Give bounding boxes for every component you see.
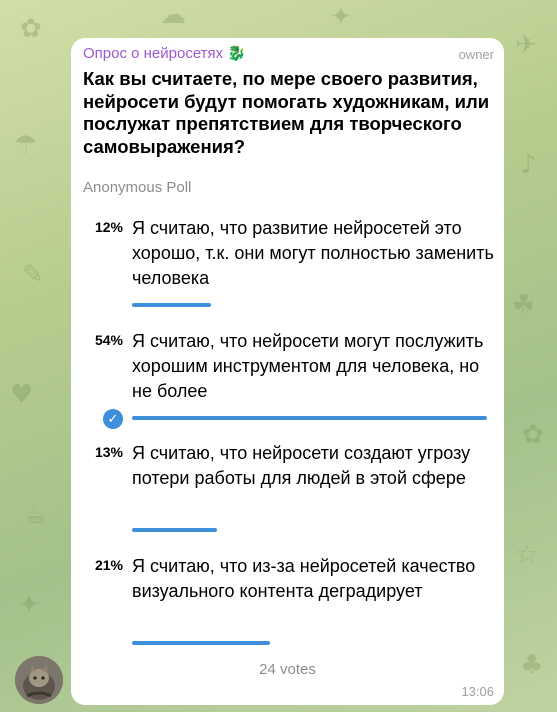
option-result-bar (132, 303, 211, 307)
sender-name[interactable]: Опрос о нейросетях (83, 45, 223, 62)
option-result-bar (132, 528, 217, 532)
option-text: Я считаю, что развитие нейросетей это хо… (132, 218, 494, 288)
option-text: Я считаю, что нейросети создают угрозу п… (132, 443, 471, 488)
sender-header[interactable]: Опрос о нейросетях 🐉 (83, 44, 246, 63)
chosen-checkmark-icon: ✓ (103, 409, 123, 429)
option-percent: 21% (94, 557, 123, 573)
poll-question: Как вы считаете, по мере своего развития… (83, 68, 490, 157)
option-result-bar (132, 641, 270, 645)
sender-role-label: owner (458, 47, 494, 62)
option-text: Я считаю, что из-за нейросетей качество … (132, 556, 476, 601)
option-percent: 13% (94, 444, 123, 460)
option-result-bar (132, 416, 487, 420)
dragon-emoji-icon: 🐉 (227, 45, 246, 62)
poll-message-bubble: Опрос о нейросетях 🐉 owner Как вы считае… (71, 38, 504, 705)
message-time: 13:06 (461, 684, 494, 699)
option-percent: 12% (94, 219, 123, 235)
option-text: Я считаю, что нейросети могут послужить … (132, 331, 484, 401)
poll-type-label: Anonymous Poll (83, 179, 192, 196)
option-percent: 54% (94, 332, 123, 348)
sender-avatar[interactable] (15, 656, 63, 704)
votes-count[interactable]: 24 votes (71, 661, 504, 678)
